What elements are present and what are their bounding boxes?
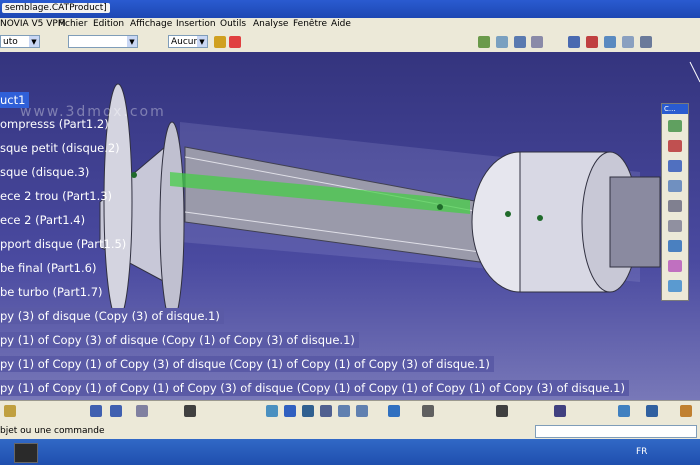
- tree-node-part[interactable]: pport disque (Part1.5): [0, 236, 130, 252]
- menu-bar: NOVIA V5 VPM Fichier Edition Affichage I…: [0, 18, 700, 32]
- menu-insertion[interactable]: Insertion: [176, 19, 216, 29]
- status-bar: bjet ou une commande: [0, 424, 700, 439]
- contact-icon[interactable]: [668, 140, 682, 152]
- tree-node-part[interactable]: ece 2 trou (Part1.3): [0, 188, 116, 204]
- tree-node-root[interactable]: uct1: [0, 92, 30, 108]
- format-painter-icon[interactable]: [214, 36, 226, 48]
- camera-icon[interactable]: [496, 405, 508, 417]
- offset-icon[interactable]: [668, 160, 682, 172]
- language-indicator[interactable]: FR: [636, 447, 647, 457]
- command-input[interactable]: [535, 425, 697, 438]
- fix-together-icon[interactable]: [668, 220, 682, 232]
- disc-small: [159, 121, 185, 323]
- angle-icon[interactable]: [668, 180, 682, 192]
- menu-analyse[interactable]: Analyse: [253, 19, 288, 29]
- view-icon[interactable]: [388, 405, 400, 417]
- update-icon[interactable]: [668, 280, 682, 292]
- render-icon[interactable]: [422, 405, 434, 417]
- taskbar: FR: [0, 439, 700, 465]
- compass-icon[interactable]: [622, 36, 634, 48]
- tree-node-part[interactable]: sque (disque.3): [0, 164, 93, 180]
- menu-aide[interactable]: Aide: [331, 19, 351, 29]
- status-text: bjet ou une commande: [0, 426, 105, 436]
- tool-icon[interactable]: [646, 405, 658, 417]
- assembly-icon[interactable]: [514, 36, 526, 48]
- catalog-icon[interactable]: [496, 36, 508, 48]
- zoom-icon[interactable]: [604, 36, 616, 48]
- floating-toolbar: C...: [661, 103, 689, 301]
- chevron-down-icon: ▼: [29, 36, 39, 47]
- constraint-icon[interactable]: [668, 120, 682, 132]
- chevron-down-icon: ▼: [197, 36, 207, 47]
- tree-node-copy[interactable]: py (1) of Copy (1) of Copy (3) of disque…: [0, 356, 494, 372]
- zoom-out-icon[interactable]: [356, 405, 368, 417]
- start-button[interactable]: [14, 443, 38, 463]
- compass-axis[interactable]: [689, 61, 700, 83]
- color-combo[interactable]: uto ▼: [0, 35, 40, 48]
- tree-node-part[interactable]: be turbo (Part1.7): [0, 284, 107, 300]
- tree-node-part[interactable]: ece 2 (Part1.4): [0, 212, 89, 228]
- search-icon[interactable]: [680, 405, 692, 417]
- cube-icon[interactable]: [478, 36, 490, 48]
- settings-icon[interactable]: [640, 36, 652, 48]
- tree-node-copy[interactable]: py (1) of Copy (3) of disque (Copy (1) o…: [0, 332, 359, 348]
- grid-icon[interactable]: [554, 405, 566, 417]
- menu-affichage[interactable]: Affichage: [130, 19, 172, 29]
- floating-toolbar-title: C...: [662, 104, 688, 114]
- fix-icon[interactable]: [668, 200, 682, 212]
- tree-node-part[interactable]: be final (Part1.6): [0, 260, 100, 276]
- zoom-in-icon[interactable]: [338, 405, 350, 417]
- tree-node-copy[interactable]: py (1) of Copy (1) of Copy (1) of Copy (…: [0, 380, 629, 396]
- app-brand: NOVIA V5 VPM: [0, 19, 66, 29]
- menu-fenetre[interactable]: Fenêtre: [293, 19, 327, 29]
- help-icon[interactable]: [110, 405, 122, 417]
- menu-outils[interactable]: Outils: [220, 19, 246, 29]
- fit-all-icon[interactable]: [284, 405, 296, 417]
- window-title: semblage.CATProduct]: [2, 3, 110, 13]
- tree-node-copy[interactable]: py (3) of disque (Copy (3) of disque.1): [0, 308, 224, 324]
- print-icon[interactable]: [4, 405, 16, 417]
- end-cylinder: [609, 176, 661, 268]
- rotate-icon[interactable]: [320, 405, 332, 417]
- title-bar: semblage.CATProduct]: [0, 0, 700, 18]
- linetype-combo[interactable]: ▼: [68, 35, 138, 48]
- table-icon[interactable]: [184, 405, 196, 417]
- menu-edition[interactable]: Edition: [93, 19, 124, 29]
- measure-icon[interactable]: [586, 36, 598, 48]
- axis-icon[interactable]: [568, 36, 580, 48]
- quick-constraint-icon[interactable]: [668, 240, 682, 252]
- flexible-icon[interactable]: [668, 260, 682, 272]
- pan-icon[interactable]: [302, 405, 314, 417]
- brush-icon[interactable]: [229, 36, 241, 48]
- link-icon[interactable]: [618, 405, 630, 417]
- tree-node-part[interactable]: sque petit (disque.2): [0, 140, 124, 156]
- bottom-toolbar: [0, 400, 700, 425]
- document-icon[interactable]: [531, 36, 543, 48]
- undo-icon[interactable]: [90, 405, 102, 417]
- 3d-viewport[interactable]: www.3dmox.com uct1 ompresss (Part1.2) sq…: [0, 52, 700, 400]
- layer-combo[interactable]: Aucun ▼: [168, 35, 208, 48]
- chevron-down-icon: ▼: [127, 36, 137, 47]
- formula-icon[interactable]: [136, 405, 148, 417]
- tree-node-part[interactable]: ompresss (Part1.2): [0, 116, 113, 132]
- menu-fichier[interactable]: Fichier: [58, 19, 87, 29]
- fly-icon[interactable]: [266, 405, 278, 417]
